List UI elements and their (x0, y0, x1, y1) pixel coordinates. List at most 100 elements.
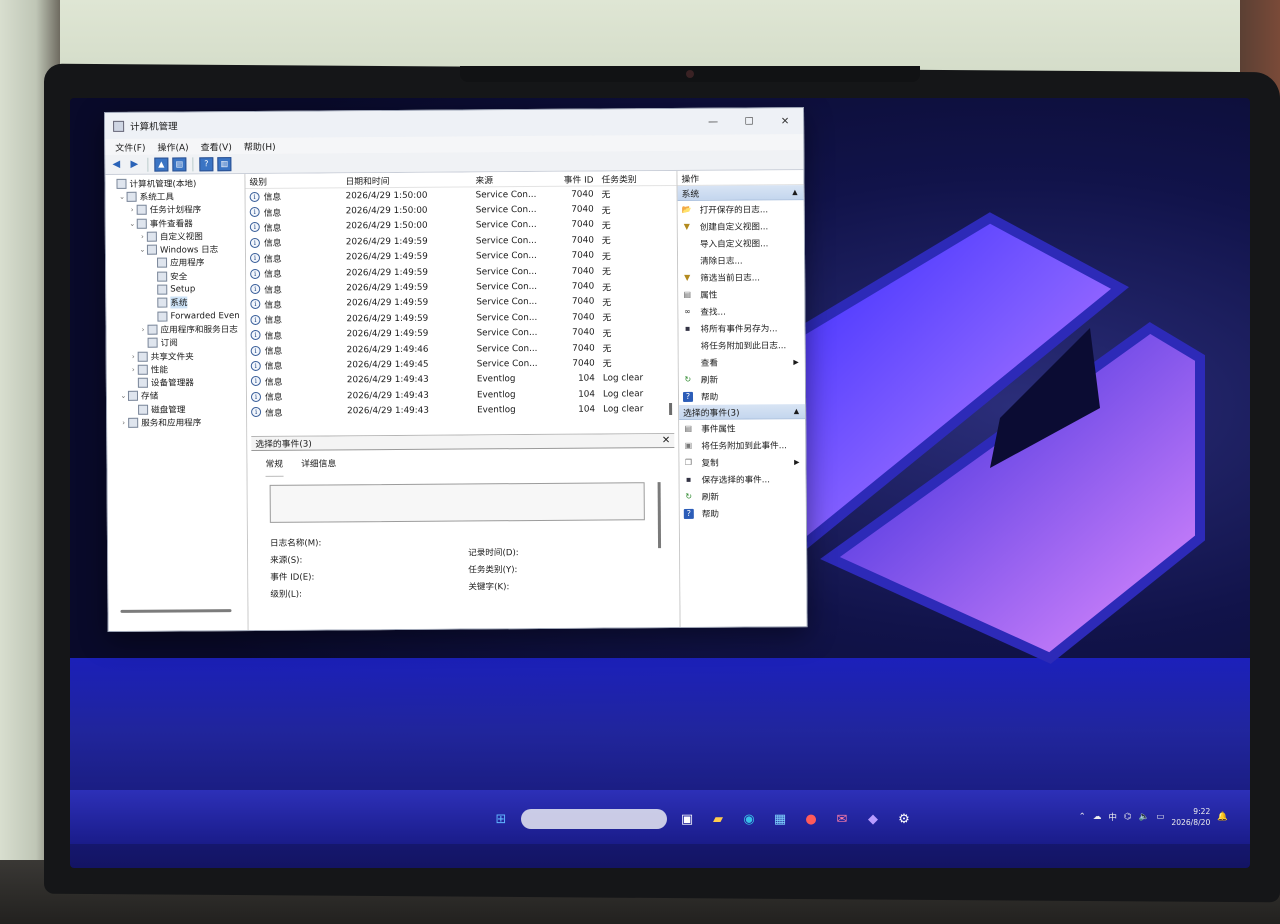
action-item[interactable]: ▤ 事件属性 (679, 419, 805, 437)
column-level[interactable]: 级别 (245, 174, 341, 188)
cell-task-category: 无 (601, 221, 611, 232)
column-event-id[interactable]: 事件 ID (557, 172, 597, 185)
help-icon[interactable]: ? (199, 156, 214, 171)
tree-item[interactable]: ⌄ 存储 (107, 389, 246, 403)
tree-item[interactable]: Forwarded Even (106, 309, 245, 323)
store-icon[interactable]: ▦ (769, 808, 791, 830)
column-task-category[interactable]: 任务类别 (597, 172, 659, 185)
collapse-caret-icon[interactable]: ▲ (792, 188, 797, 196)
tree-expander-icon[interactable]: › (119, 419, 128, 427)
back-arrow-icon[interactable]: ◀ (109, 157, 123, 171)
action-item[interactable]: ? 帮助 (680, 504, 806, 522)
tree-item[interactable]: › 应用程序和服务日志 (106, 322, 245, 336)
forward-arrow-icon[interactable]: ▶ (127, 157, 141, 171)
column-source[interactable]: 来源 (471, 172, 557, 186)
menu-action[interactable]: 操作(A) (151, 140, 194, 153)
tab-details[interactable]: 详细信息 (301, 456, 336, 476)
volume-icon[interactable]: 🔈 (1139, 812, 1150, 822)
tree-expander-icon[interactable]: ⌄ (128, 219, 137, 227)
tree-item[interactable]: 系统 (106, 296, 245, 310)
tree-item[interactable]: Setup (106, 282, 245, 296)
tree-item[interactable]: › 共享文件夹 (107, 349, 246, 363)
close-button[interactable]: ✕ (767, 108, 803, 134)
action-item[interactable]: ↻ 刷新 (680, 487, 806, 505)
tree-item[interactable]: 应用程序 (106, 256, 245, 270)
start-icon[interactable]: ⊞ (490, 808, 512, 830)
task-view-icon[interactable]: ▣ (676, 808, 698, 830)
action-item[interactable]: 导入自定义视图... (678, 234, 804, 252)
action-item[interactable]: ▪ 保存选择的事件... (680, 470, 806, 488)
ime-indicator[interactable]: 中 (1108, 811, 1117, 823)
action-item[interactable]: ▤ 属性 (678, 285, 804, 303)
network-icon[interactable]: ⌬ (1124, 812, 1132, 822)
column-date[interactable]: 日期和时间 (341, 173, 471, 187)
tree-item-label: 存储 (140, 392, 159, 403)
menu-help[interactable]: 帮助(H) (238, 139, 282, 152)
action-item[interactable]: 清除日志... (678, 251, 804, 269)
action-item[interactable]: 📂 打开保存的日志... (678, 200, 804, 218)
tree-expander-icon[interactable]: › (128, 206, 137, 214)
tree-item[interactable]: 安全 (106, 269, 245, 283)
event-list-scrollbar[interactable] (669, 403, 673, 416)
tree-horizontal-scrollbar[interactable] (120, 609, 232, 613)
tab-general[interactable]: 常规 (265, 456, 284, 477)
tree-expander-icon[interactable]: › (129, 352, 138, 360)
tree-item[interactable]: ⌄ 事件查看器 (106, 216, 245, 230)
tree-item-label: 计算机管理(本地) (129, 178, 197, 190)
show-hide-tree-icon[interactable]: ▤ (172, 156, 187, 172)
tree-item[interactable]: 磁盘管理 (107, 402, 246, 416)
app-purple-icon[interactable]: ◆ (862, 808, 884, 830)
action-item[interactable]: 查看 ▶ (679, 353, 805, 371)
actions-section-selected-events[interactable]: 选择的事件(3) ▲ (679, 404, 806, 420)
tree-expander-icon[interactable]: ⌄ (138, 246, 147, 254)
battery-icon[interactable]: ▭ (1156, 812, 1164, 822)
tree-item[interactable]: › 任务计划程序 (106, 203, 245, 217)
up-folder-icon[interactable]: ▲ (154, 157, 169, 172)
menu-view[interactable]: 查看(V) (195, 140, 238, 153)
action-item[interactable]: ↻ 刷新 (679, 370, 805, 388)
clock[interactable]: 9:22 2026/8/20 (1171, 806, 1210, 828)
tray-app-icon[interactable]: ☁ (1093, 812, 1102, 822)
tree-expander-icon[interactable]: › (138, 233, 147, 241)
computer-management-task-icon[interactable]: ⚙ (893, 808, 915, 830)
file-explorer-icon[interactable]: ▰ (707, 808, 729, 830)
actions-section-system[interactable]: 系统 ▲ (677, 185, 804, 201)
event-description-box[interactable] (269, 482, 645, 523)
search-box[interactable] (521, 809, 667, 829)
tree-item[interactable]: ⌄ 系统工具 (106, 189, 245, 203)
tree-expander-icon[interactable]: › (129, 366, 138, 374)
action-item[interactable]: 将任务附加到此日志... (679, 336, 805, 354)
tree-item[interactable]: ⌄ Windows 日志 (106, 243, 245, 257)
tree-expander-icon[interactable]: ⌄ (118, 193, 127, 201)
action-item[interactable]: ∞ 查找... (678, 302, 804, 320)
collapse-caret-icon[interactable]: ▲ (794, 407, 799, 415)
mail-icon[interactable]: ✉ (831, 808, 853, 830)
menu-file[interactable]: 文件(F) (109, 140, 151, 153)
tree-item[interactable]: › 自定义视图 (106, 229, 245, 243)
tree-item[interactable]: 计算机管理(本地) (105, 176, 244, 190)
tree-item[interactable]: 订阅 (107, 336, 246, 350)
tree-expander-icon[interactable]: ⌄ (119, 392, 128, 400)
action-item[interactable]: ❐ 复制 ▶ (679, 453, 805, 471)
detail-scrollbar[interactable] (657, 482, 662, 549)
tray-overflow-icon[interactable]: ⌃ (1079, 812, 1086, 822)
notification-icon[interactable]: 🔔 (1217, 812, 1228, 822)
action-item[interactable]: ▼ 创建自定义视图... (678, 217, 804, 235)
tree-expander-icon[interactable]: › (138, 326, 147, 334)
camera-icon (686, 70, 694, 78)
action-item[interactable]: ▼ 筛选当前日志... (678, 268, 804, 286)
table-row[interactable]: i 信息 2026/4/29 1:49:43 Eventlog 104 Log clear (247, 401, 678, 419)
tree-item[interactable]: 设备管理器 (107, 375, 246, 389)
detail-close-icon[interactable]: ✕ (662, 435, 670, 446)
edge-browser-icon[interactable]: ◉ (738, 808, 760, 830)
action-item[interactable]: ▣ 将任务附加到此事件... (679, 436, 805, 454)
cell-task-category: 无 (602, 344, 612, 355)
show-hide-action-pane-icon[interactable]: ▥ (217, 156, 232, 171)
tree-item[interactable]: › 性能 (107, 362, 246, 376)
action-item[interactable]: ? 帮助 (679, 387, 805, 405)
minimize-button[interactable]: — (695, 109, 731, 135)
maximize-button[interactable]: ☐ (731, 108, 767, 134)
action-item[interactable]: ▪ 将所有事件另存为... (678, 319, 804, 337)
app-red-icon[interactable]: ● (800, 808, 822, 830)
tree-item[interactable]: › 服务和应用程序 (107, 415, 246, 429)
